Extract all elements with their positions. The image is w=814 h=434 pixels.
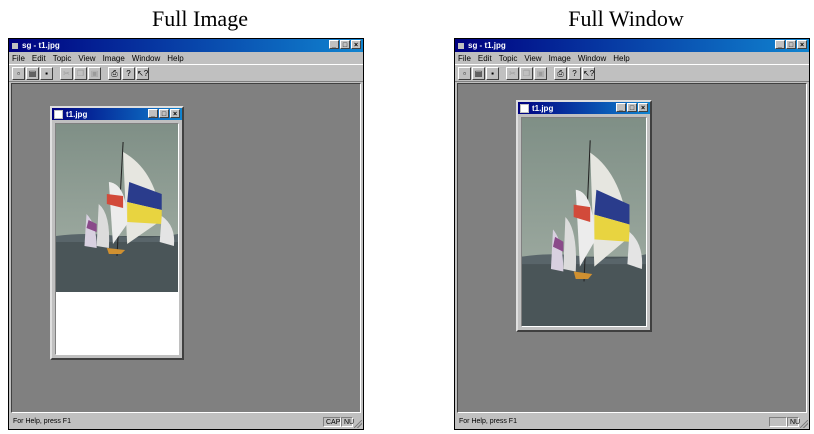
child-titlebar[interactable]: t1.jpg _ □ × [52, 108, 182, 120]
app-window-full-window: sg - t1.jpg _ □ × File Edit Topic View I… [454, 38, 810, 430]
menu-bar: File Edit Topic View Image Window Help [455, 52, 809, 64]
resize-grip-icon[interactable] [354, 420, 362, 428]
app-titlebar[interactable]: sg - t1.jpg _ □ × [455, 39, 809, 52]
menu-help[interactable]: Help [613, 54, 629, 63]
open-icon[interactable]: ▤ [26, 66, 39, 80]
close-button[interactable]: × [351, 40, 361, 49]
cut-icon[interactable]: ✂ [60, 66, 73, 80]
status-bar: For Help, press F1 NU [455, 414, 809, 429]
caption-full-image: Full Image [152, 6, 248, 31]
menu-topic[interactable]: Topic [499, 54, 518, 63]
app-window-full-image: sg - t1.jpg _ □ × File Edit Topic View I… [8, 38, 364, 430]
context-help-icon[interactable]: ↖? [136, 66, 149, 80]
num-lock-indicator: NU [787, 417, 800, 427]
toolbar: ▫ ▤ ▪ ✂ ❐ ▣ ⎙ ? ↖? [455, 64, 809, 82]
maximize-button[interactable]: □ [340, 40, 350, 49]
image-doc-icon [520, 103, 529, 113]
app-title: sg - t1.jpg [468, 41, 506, 50]
minimize-button[interactable]: _ [775, 40, 785, 49]
menu-edit[interactable]: Edit [32, 54, 46, 63]
app-title: sg - t1.jpg [22, 41, 60, 50]
caption-full-window: Full Window [568, 6, 684, 31]
menu-image[interactable]: Image [103, 54, 125, 63]
caps-lock-indicator [769, 417, 787, 427]
print-icon[interactable]: ⎙ [554, 66, 567, 80]
menu-window[interactable]: Window [578, 54, 606, 63]
new-icon[interactable]: ▫ [12, 66, 25, 80]
child-minimize-button[interactable]: _ [148, 109, 158, 118]
child-close-button[interactable]: × [638, 103, 648, 112]
resize-grip-icon[interactable] [800, 420, 808, 428]
save-icon[interactable]: ▪ [486, 66, 499, 80]
open-icon[interactable]: ▤ [472, 66, 485, 80]
system-menu-icon[interactable] [458, 42, 464, 49]
print-icon[interactable]: ⎙ [108, 66, 121, 80]
mdi-client-area: t1.jpg _ □ × [457, 83, 807, 413]
status-text: For Help, press F1 [13, 418, 71, 425]
child-maximize-button[interactable]: □ [159, 109, 169, 118]
paste-icon[interactable]: ▣ [88, 66, 101, 80]
minimize-button[interactable]: _ [329, 40, 339, 49]
menu-window[interactable]: Window [132, 54, 160, 63]
paste-icon[interactable]: ▣ [534, 66, 547, 80]
child-title: t1.jpg [66, 109, 88, 119]
sailboat-photo [522, 118, 646, 326]
status-bar: For Help, press F1 CAP NU [9, 414, 363, 429]
cut-icon[interactable]: ✂ [506, 66, 519, 80]
maximize-button[interactable]: □ [786, 40, 796, 49]
toolbar: ▫ ▤ ▪ ✂ ❐ ▣ ⎙ ? ↖? [9, 64, 363, 82]
child-minimize-button[interactable]: _ [616, 103, 626, 112]
sailboat-photo [56, 124, 178, 292]
image-child-window[interactable]: t1.jpg _ □ × [50, 106, 184, 360]
child-close-button[interactable]: × [170, 109, 180, 118]
context-help-icon[interactable]: ↖? [582, 66, 595, 80]
system-menu-icon[interactable] [12, 42, 18, 49]
menu-bar: File Edit Topic View Image Window Help [9, 52, 363, 64]
mdi-client-area: t1.jpg _ □ × [11, 83, 361, 413]
menu-topic[interactable]: Topic [53, 54, 72, 63]
menu-view[interactable]: View [524, 54, 541, 63]
menu-help[interactable]: Help [167, 54, 183, 63]
status-text: For Help, press F1 [459, 418, 517, 425]
image-viewport[interactable] [55, 123, 179, 355]
menu-image[interactable]: Image [549, 54, 571, 63]
child-maximize-button[interactable]: □ [627, 103, 637, 112]
copy-icon[interactable]: ❐ [520, 66, 533, 80]
help-icon[interactable]: ? [122, 66, 135, 80]
menu-file[interactable]: File [12, 54, 25, 63]
child-title: t1.jpg [532, 103, 554, 113]
image-doc-icon [54, 109, 63, 119]
menu-file[interactable]: File [458, 54, 471, 63]
close-button[interactable]: × [797, 40, 807, 49]
menu-view[interactable]: View [78, 54, 95, 63]
caps-lock-indicator: CAP [323, 417, 341, 427]
child-titlebar[interactable]: t1.jpg _ □ × [518, 102, 650, 114]
save-icon[interactable]: ▪ [40, 66, 53, 80]
copy-icon[interactable]: ❐ [74, 66, 87, 80]
num-lock-indicator: NU [341, 417, 354, 427]
new-icon[interactable]: ▫ [458, 66, 471, 80]
image-viewport[interactable] [521, 117, 647, 327]
image-child-window[interactable]: t1.jpg _ □ × [516, 100, 652, 332]
help-icon[interactable]: ? [568, 66, 581, 80]
menu-edit[interactable]: Edit [478, 54, 492, 63]
app-titlebar[interactable]: sg - t1.jpg _ □ × [9, 39, 363, 52]
